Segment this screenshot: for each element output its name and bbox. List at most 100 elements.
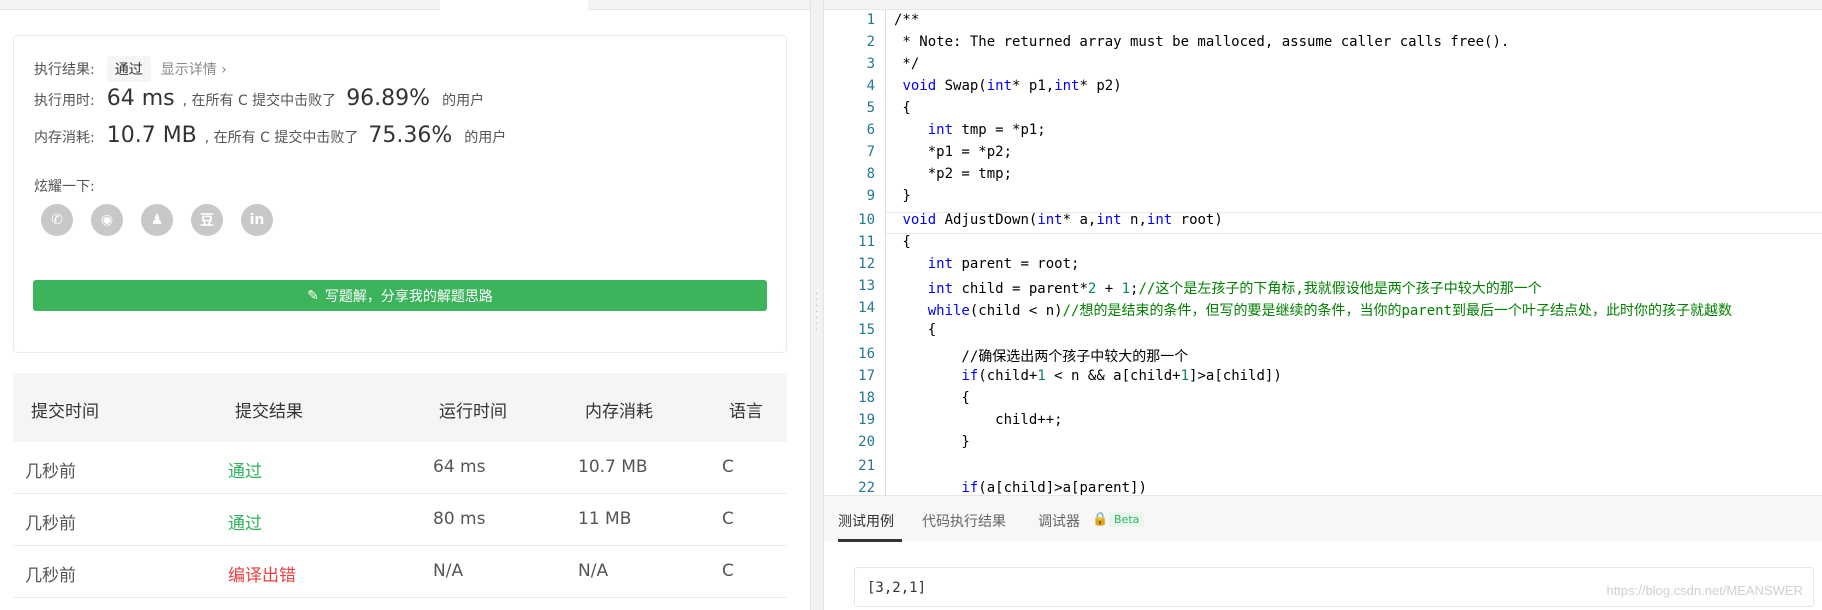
row-time: 几秒前: [25, 462, 76, 482]
result-card: 执行结果: 通过 显示详情 › 执行用时: 64 ms , 在所有 C 提交中击…: [13, 35, 787, 353]
line-number: 19: [858, 412, 875, 428]
code-line: * Note: The returned array must be mallo…: [894, 34, 1510, 50]
row-result[interactable]: 通过: [228, 509, 262, 534]
row-runtime: 80 ms: [433, 509, 486, 529]
line-number: 12: [858, 256, 875, 272]
code-pane: 1 2 3 4 5 6 7 8 9 10 11 12 13 14 15 16 1…: [824, 0, 1822, 610]
table-row[interactable]: 几秒前 编译出错 N/A N/A C: [13, 546, 787, 598]
row-runtime: 64 ms: [433, 457, 486, 477]
header-memory[interactable]: 内存消耗: [585, 397, 653, 422]
code-line: //确保选出两个孩子中较大的那一个: [894, 349, 1189, 365]
code-line: void Swap(int* p1,int* p2): [902, 78, 1122, 94]
tab-run-result[interactable]: 代码执行结果: [922, 511, 1006, 531]
line-number: 21: [858, 458, 875, 474]
pencil-icon: ✎: [307, 287, 319, 304]
code-line: void AdjustDown(int* a,int n,int root): [902, 212, 1223, 228]
test-panel-tabs: 测试用例 代码执行结果 调试器: [824, 495, 1822, 542]
editor-toolbar-strip: [824, 0, 1822, 10]
test-case-value[interactable]: [3,2,1]: [867, 580, 926, 596]
row-language: C: [722, 509, 734, 529]
line-number: 9: [866, 188, 875, 204]
row-result[interactable]: 通过: [228, 457, 262, 482]
share-label-row: 炫耀一下:: [34, 176, 107, 196]
code-line: {: [894, 234, 911, 250]
row-memory: N/A: [578, 561, 609, 581]
code-line: }: [894, 434, 970, 450]
runtime-label: 执行用时:: [34, 93, 95, 109]
row-time: 几秒前: [25, 566, 76, 586]
code-line: int tmp = *p1;: [927, 122, 1046, 138]
linkedin-icon[interactable]: in: [241, 204, 273, 236]
line-number: 7: [866, 144, 875, 160]
row-time: 几秒前: [25, 514, 76, 534]
line-number: 22: [858, 480, 875, 495]
code-line: if(child+1 < n && a[child+1]>a[child]): [961, 368, 1282, 384]
beta-badge: Beta: [1109, 512, 1145, 527]
code-line: *p2 = tmp;: [894, 166, 1013, 182]
code-line: {: [894, 390, 970, 406]
row-memory: 11 MB: [578, 509, 632, 529]
row-memory: 10.7 MB: [578, 457, 648, 477]
line-number: 4: [866, 78, 875, 94]
line-number: 2: [866, 34, 875, 50]
line-number: 8: [866, 166, 875, 182]
line-number: 10: [858, 212, 875, 228]
code-line: *p1 = *p2;: [894, 144, 1013, 160]
code-line: while(child < n)//想的是结束的条件，但写的要是继续的条件，当你…: [927, 303, 1733, 319]
write-solution-label: 写题解，分享我的解题思路: [324, 288, 493, 305]
code-line: */: [894, 56, 920, 72]
tab-test-cases[interactable]: 测试用例: [838, 511, 894, 531]
test-case-input[interactable]: [3,2,1] https://blog.csdn.net/MEANSWER: [854, 567, 1814, 607]
row-result[interactable]: 编译出错: [228, 561, 296, 586]
code-line: {: [894, 322, 937, 338]
table-row[interactable]: 几秒前 通过 64 ms 10.7 MB C: [13, 442, 787, 494]
runtime-users-text: 的用户: [442, 93, 485, 109]
code-editor[interactable]: 1 2 3 4 5 6 7 8 9 10 11 12 13 14 15 16 1…: [824, 10, 1822, 495]
memory-users-text: 的用户: [464, 130, 507, 146]
line-number: 5: [866, 100, 875, 116]
code-line: }: [894, 188, 911, 204]
code-line: /**: [894, 12, 920, 28]
line-number: 18: [858, 390, 875, 406]
drag-handle-icon: · · · · · · ·: [815, 289, 819, 336]
share-label: 炫耀一下:: [34, 179, 95, 195]
line-number: 17: [858, 368, 875, 384]
memory-row: 内存消耗: 10.7 MB , 在所有 C 提交中击败了 75.36% 的用户: [34, 123, 516, 148]
line-number: 16: [858, 346, 875, 362]
memory-value: 10.7 MB: [106, 123, 197, 148]
left-tab-strip: [0, 0, 810, 10]
show-details-link[interactable]: 显示详情 ›: [161, 59, 227, 79]
write-solution-button[interactable]: ✎ 写题解，分享我的解题思路: [33, 280, 767, 311]
code-line: {: [894, 100, 911, 116]
weibo-icon[interactable]: ◉: [91, 204, 123, 236]
code-line: if(a[child]>a[parent]): [961, 480, 1147, 495]
header-runtime[interactable]: 运行时间: [439, 397, 507, 422]
runtime-beat-text: , 在所有 C 提交中击败了: [182, 93, 337, 109]
wechat-icon[interactable]: ✆: [41, 204, 73, 236]
douban-icon[interactable]: 豆: [191, 204, 223, 236]
submissions-table-header: 提交时间 提交结果 运行时间 内存消耗 语言: [13, 373, 787, 442]
header-submit-result[interactable]: 提交结果: [235, 397, 303, 422]
lock-icon: 🔒: [1092, 512, 1109, 527]
line-number: 3: [866, 56, 875, 72]
row-runtime: N/A: [433, 561, 464, 581]
header-submit-time[interactable]: 提交时间: [31, 397, 99, 422]
line-number: 11: [858, 234, 875, 250]
memory-percentile: 75.36%: [368, 123, 453, 148]
submissions-table: 提交时间 提交结果 运行时间 内存消耗 语言 几秒前 通过 64 ms 10.7…: [13, 373, 787, 598]
code-line: child++;: [894, 412, 1063, 428]
runtime-value: 64 ms: [106, 86, 175, 111]
line-number: 14: [858, 300, 875, 316]
code-line: int child = parent*2 + 1;//这个是左孩子的下角标,我就…: [927, 281, 1542, 297]
left-active-tab[interactable]: [440, 0, 588, 10]
tab-debugger[interactable]: 调试器: [1038, 511, 1080, 531]
status-badge: 通过: [106, 56, 151, 82]
qq-icon[interactable]: ♟: [141, 204, 173, 236]
result-status-row: 执行结果: 通过 显示详情 ›: [34, 56, 227, 82]
header-language[interactable]: 语言: [729, 397, 763, 422]
pane-resize-handle[interactable]: · · · · · · ·: [810, 0, 824, 610]
table-row[interactable]: 几秒前 通过 80 ms 11 MB C: [13, 494, 787, 546]
line-number: 1: [866, 12, 875, 28]
row-language: C: [722, 457, 734, 477]
code-line: int parent = root;: [927, 256, 1080, 272]
